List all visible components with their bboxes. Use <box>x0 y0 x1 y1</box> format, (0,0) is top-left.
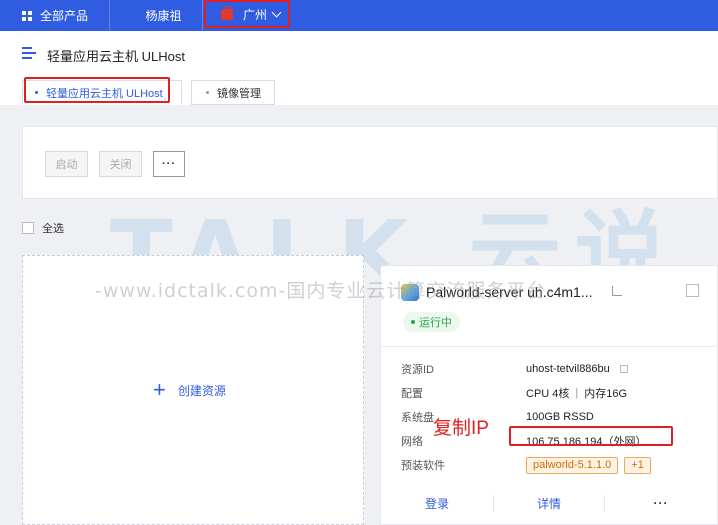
tab-image-management-label: 镜像管理 <box>217 87 261 100</box>
select-all-label: 全选 <box>42 223 64 235</box>
detail-row-id: 资源ID uhost-tetvil886bu <box>401 357 718 381</box>
config-separator: | <box>575 387 579 399</box>
more-actions-button[interactable]: ··· <box>153 151 185 177</box>
create-resource-button[interactable]: + 创建资源 <box>153 377 226 402</box>
detail-button[interactable]: 详情 <box>493 494 605 512</box>
status-label: 运行中 <box>419 317 452 329</box>
ulhost-icon <box>22 47 36 61</box>
id-value-text: uhost-tetvil886bu <box>526 363 610 375</box>
software-more-tag[interactable]: +1 <box>624 456 651 474</box>
status-dot-icon <box>411 320 415 324</box>
cpu-value: CPU 4核 <box>526 388 570 400</box>
top-nav-bar: 全部产品 杨康祖 <box>0 0 718 31</box>
card-actions: 登录 详情 ··· <box>381 488 718 518</box>
region-selector[interactable]: 广州 <box>204 0 290 28</box>
select-all[interactable]: 全选 <box>22 220 64 236</box>
resource-checkbox[interactable] <box>686 284 699 297</box>
copy-icon[interactable] <box>619 365 628 373</box>
create-resource-card[interactable]: + 创建资源 <box>22 255 364 525</box>
ip-highlight-box <box>509 426 673 446</box>
stop-button[interactable]: 关闭 <box>99 151 142 177</box>
select-all-checkbox[interactable] <box>22 222 34 234</box>
id-key: 资源ID <box>401 364 434 376</box>
edit-icon[interactable] <box>612 286 622 296</box>
start-button[interactable]: 启动 <box>45 151 88 177</box>
disk-value: 100GB RSSD <box>526 411 594 423</box>
create-resource-label: 创建资源 <box>177 383 226 398</box>
resource-card: Palworld-server uh.c4m1... 运行中 资源ID uhos… <box>380 265 718 525</box>
status-badge: 运行中 <box>403 312 460 332</box>
tab-dot-icon <box>206 91 209 94</box>
project-label: 杨康祖 <box>145 9 182 23</box>
software-tag: palworld-5.1.1.0 <box>526 456 619 474</box>
tab-highlight-box <box>24 77 170 103</box>
config-value: CPU 4核 | 内存16G <box>526 385 627 401</box>
config-key: 配置 <box>401 388 423 400</box>
palworld-app-icon <box>401 284 419 301</box>
grid-icon <box>22 10 32 21</box>
action-toolbar: 启动 关闭 ··· <box>22 126 718 199</box>
region-label: 广州 <box>243 7 268 22</box>
login-button[interactable]: 登录 <box>381 495 493 512</box>
memory-value: 内存16G <box>584 388 628 400</box>
region-flag-icon <box>221 5 233 20</box>
software-key: 预装软件 <box>401 460 445 472</box>
id-value: uhost-tetvil886bu <box>526 363 628 375</box>
all-products-menu[interactable]: 全部产品 <box>0 0 110 31</box>
chevron-down-icon <box>271 7 282 17</box>
copy-ip-annotation: 复制IP <box>433 418 489 439</box>
resource-name[interactable]: Palworld-server uh.c4m1... <box>426 284 593 300</box>
all-products-label: 全部产品 <box>40 9 89 23</box>
tab-image-management[interactable]: 镜像管理 <box>191 80 275 105</box>
software-value: palworld-5.1.1.0 +1 <box>526 456 657 474</box>
detail-row-software: 预装软件 palworld-5.1.1.0 +1 <box>401 453 718 477</box>
card-more-button[interactable]: ··· <box>605 496 717 510</box>
plus-icon: + <box>153 377 166 402</box>
card-divider <box>381 346 718 347</box>
page-title: 轻量应用云主机 ULHost <box>47 49 185 64</box>
project-selector[interactable]: 杨康祖 <box>125 0 203 31</box>
detail-row-config: 配置 CPU 4核 | 内存16G <box>401 381 718 405</box>
